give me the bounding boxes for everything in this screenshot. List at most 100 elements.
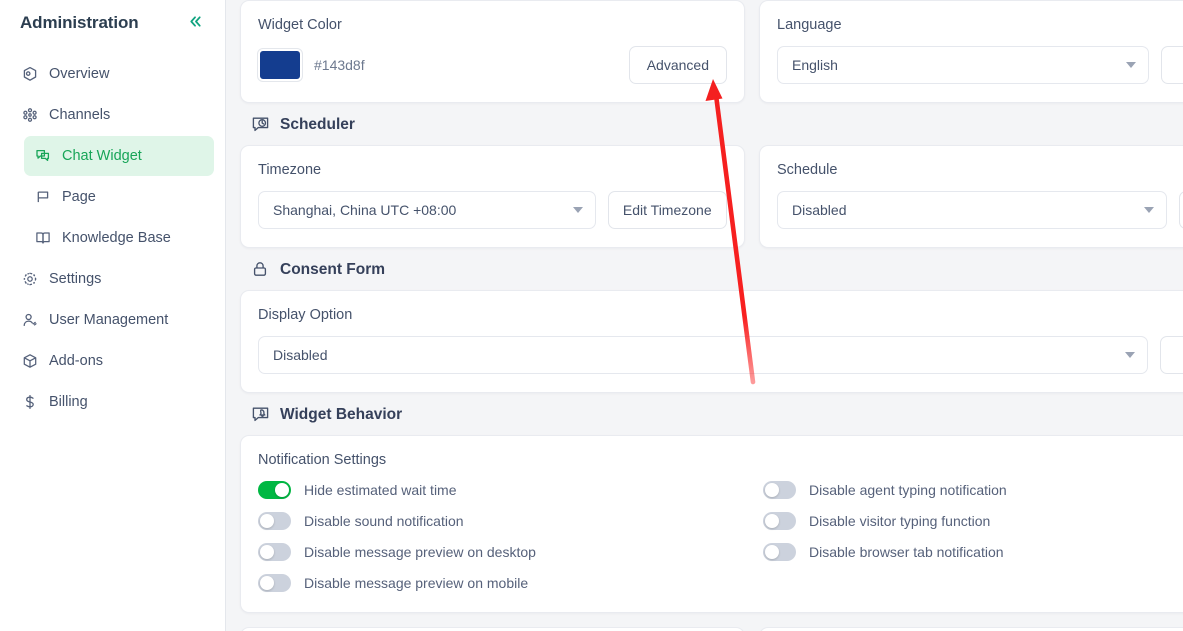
display-option-field: Disabled E: [258, 336, 1183, 374]
sidebar-item-label: Knowledge Base: [62, 230, 171, 246]
toggle-switch[interactable]: [258, 574, 291, 592]
chevron-down-icon: [572, 207, 583, 213]
sidebar-item-billing[interactable]: Billing: [11, 382, 214, 422]
language-select[interactable]: English: [777, 46, 1149, 84]
sidebar-item-label: Chat Widget: [62, 148, 142, 164]
toggle-switch[interactable]: [258, 543, 291, 561]
toggle-knob: [275, 483, 289, 497]
channels-icon: [21, 107, 38, 124]
language-select-value: English: [792, 57, 838, 73]
toggle-disable-browser-tab-notification[interactable]: Disable browser tab notification: [763, 543, 1183, 561]
toggle-disable-message-preview-on-desktop[interactable]: Disable message preview on desktop: [258, 543, 763, 561]
sidebar-item-overview[interactable]: Overview: [11, 54, 214, 94]
sidebar-item-user-management[interactable]: User Management: [11, 300, 214, 340]
color-swatch[interactable]: [257, 48, 303, 82]
advanced-button[interactable]: Advanced: [628, 46, 727, 84]
timezone-label: Timezone: [258, 162, 322, 178]
chat-bell-icon: [251, 405, 270, 424]
toggle-disable-agent-typing-notification[interactable]: Disable agent typing notification: [763, 481, 1183, 499]
sidebar-item-label: Add-ons: [49, 353, 104, 369]
toggle-switch[interactable]: [258, 512, 291, 530]
chevron-down-icon: [1125, 352, 1135, 358]
toggle-knob: [260, 576, 274, 590]
toggle-knob: [765, 514, 779, 528]
toggle-switch[interactable]: [258, 481, 291, 499]
display-option-edit-button[interactable]: E: [1160, 336, 1183, 374]
toggle-label: Disable message preview on mobile: [304, 575, 529, 591]
sidebar-item-add-ons[interactable]: Add-ons: [11, 341, 214, 381]
toggle-switch[interactable]: [763, 543, 796, 561]
chevron-down-icon: [1126, 62, 1136, 68]
timezone-card: Timezone Shanghai, China UTC +08:00 Edit…: [240, 145, 745, 248]
dollar-icon: [21, 394, 38, 411]
toggle-disable-sound-notification[interactable]: Disable sound notification: [258, 512, 763, 530]
sidebar-item-channels[interactable]: Channels: [11, 95, 214, 135]
toggle-knob: [765, 483, 779, 497]
sidebar-item-label: Settings: [49, 271, 102, 287]
widget-behavior-heading: Widget Behavior: [280, 405, 403, 423]
chat-clock-icon: [251, 115, 270, 134]
notification-toggle-grid: Hide estimated wait time Disable agent t…: [258, 481, 1183, 592]
sidebar-item-chat-widget[interactable]: Chat Widget: [24, 136, 214, 176]
chat-widget-icon: [34, 148, 51, 165]
user-icon: [21, 312, 38, 329]
display-option-select[interactable]: Disabled: [258, 336, 1148, 374]
sidebar-item-label: User Management: [49, 312, 169, 328]
settings-content: Widget Color #143d8f Advanced Language E…: [240, 0, 1183, 631]
schedule-card: Schedule Disabled: [759, 145, 1183, 248]
language-edit-button[interactable]: E: [1161, 46, 1183, 84]
sidebar-item-label: Page: [62, 189, 96, 205]
sidebar-nav: Overview Channels Chat Widget Page Knowl…: [0, 48, 225, 422]
sidebar-item-label: Channels: [49, 107, 111, 123]
scheduler-heading: Scheduler: [280, 115, 355, 133]
overview-icon: [21, 66, 38, 83]
consent-form-row: Display Option Disabled E: [240, 290, 1183, 393]
sidebar-item-page[interactable]: Page: [24, 177, 214, 217]
toggle-disable-message-preview-on-mobile[interactable]: Disable message preview on mobile: [258, 574, 763, 592]
sidebar-header: Administration: [0, 0, 225, 48]
toggle-label: Disable browser tab notification: [809, 544, 1004, 560]
lock-icon: [251, 260, 270, 279]
chevron-double-left-icon[interactable]: [184, 12, 207, 34]
timezone-field: Shanghai, China UTC +08:00 Edit Timezone: [258, 191, 727, 229]
sidebar-item-settings[interactable]: Settings: [11, 259, 214, 299]
toggle-knob: [260, 514, 274, 528]
toggle-disable-visitor-typing-function[interactable]: Disable visitor typing function: [763, 512, 1183, 530]
display-option-label: Display Option: [258, 307, 353, 323]
sidebar-item-label: Billing: [49, 394, 88, 410]
schedule-select[interactable]: Disabled: [777, 191, 1167, 229]
sidebar-item-label: Overview: [49, 66, 110, 82]
widget-color-label: Widget Color: [258, 17, 342, 33]
sidebar: Administration Overview Channels Chat Wi…: [0, 0, 226, 631]
display-option-select-value: Disabled: [273, 347, 328, 363]
toggle-knob: [765, 545, 779, 559]
schedule-side-button[interactable]: [1179, 191, 1183, 229]
widget-color-card: Widget Color #143d8f Advanced: [240, 0, 745, 103]
toggle-hide-estimated-wait-time[interactable]: Hide estimated wait time: [258, 481, 763, 499]
language-card: Language English E: [759, 0, 1183, 103]
toggle-row-empty: [763, 574, 1183, 592]
bottom-cards-row: [240, 627, 1183, 631]
color-hex-value: #143d8f: [314, 57, 365, 73]
timezone-select[interactable]: Shanghai, China UTC +08:00: [258, 191, 596, 229]
scheduler-section-header: Scheduler: [240, 103, 1183, 145]
toggle-switch[interactable]: [763, 512, 796, 530]
consent-form-heading: Consent Form: [280, 260, 386, 278]
toggle-label: Disable sound notification: [304, 513, 464, 529]
toggle-label: Disable agent typing notification: [809, 482, 1007, 498]
scheduler-row: Timezone Shanghai, China UTC +08:00 Edit…: [240, 145, 1183, 248]
widget-color-language-row: Widget Color #143d8f Advanced Language E…: [240, 0, 1183, 103]
toggle-label: Hide estimated wait time: [304, 482, 457, 498]
schedule-field: Disabled: [777, 191, 1183, 229]
language-label: Language: [777, 17, 842, 33]
schedule-select-value: Disabled: [792, 202, 847, 218]
toggle-switch[interactable]: [763, 481, 796, 499]
page-title: Administration: [20, 13, 139, 32]
admin-chat-widget-page: Administration Overview Channels Chat Wi…: [0, 0, 1183, 631]
toggle-knob: [260, 545, 274, 559]
main-content: Widget Color #143d8f Advanced Language E…: [226, 0, 1183, 631]
consent-form-section-header: Consent Form: [240, 248, 1183, 290]
edit-timezone-button[interactable]: Edit Timezone: [607, 191, 727, 229]
knowledge-book-icon: [34, 230, 51, 247]
sidebar-item-knowledge-base[interactable]: Knowledge Base: [24, 218, 214, 258]
